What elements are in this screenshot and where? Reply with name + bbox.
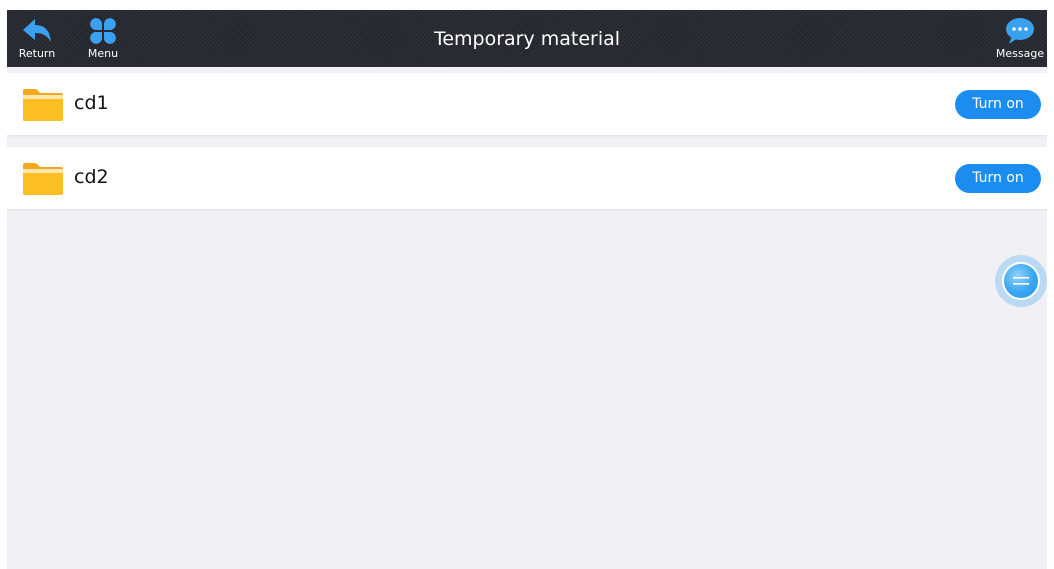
four-petal-grid-icon <box>88 17 118 45</box>
turn-on-button[interactable]: Turn on <box>955 90 1041 119</box>
item-name: cd1 <box>74 92 109 114</box>
top-bar: Return Menu Temporary material Message <box>7 10 1047 67</box>
message-button[interactable]: Message <box>995 10 1045 67</box>
app-screen: Return Menu Temporary material Message c… <box>7 10 1047 569</box>
folder-icon <box>22 162 64 196</box>
turn-on-button[interactable]: Turn on <box>955 164 1041 193</box>
menu-button[interactable]: Menu <box>86 10 120 67</box>
floating-menu-button[interactable] <box>995 255 1047 307</box>
folder-icon <box>22 88 64 122</box>
return-label: Return <box>18 47 56 60</box>
message-label: Message <box>995 47 1045 60</box>
item-name: cd2 <box>74 166 109 188</box>
list-item[interactable]: cd1 Turn on <box>7 73 1047 135</box>
return-button[interactable]: Return <box>17 10 57 67</box>
return-arrow-icon <box>22 17 52 45</box>
floating-menu-icon <box>1002 262 1040 300</box>
list-item[interactable]: cd2 Turn on <box>7 147 1047 209</box>
menu-label: Menu <box>87 47 119 60</box>
page-title: Temporary material <box>433 28 621 50</box>
chat-bubble-icon <box>1005 17 1035 45</box>
